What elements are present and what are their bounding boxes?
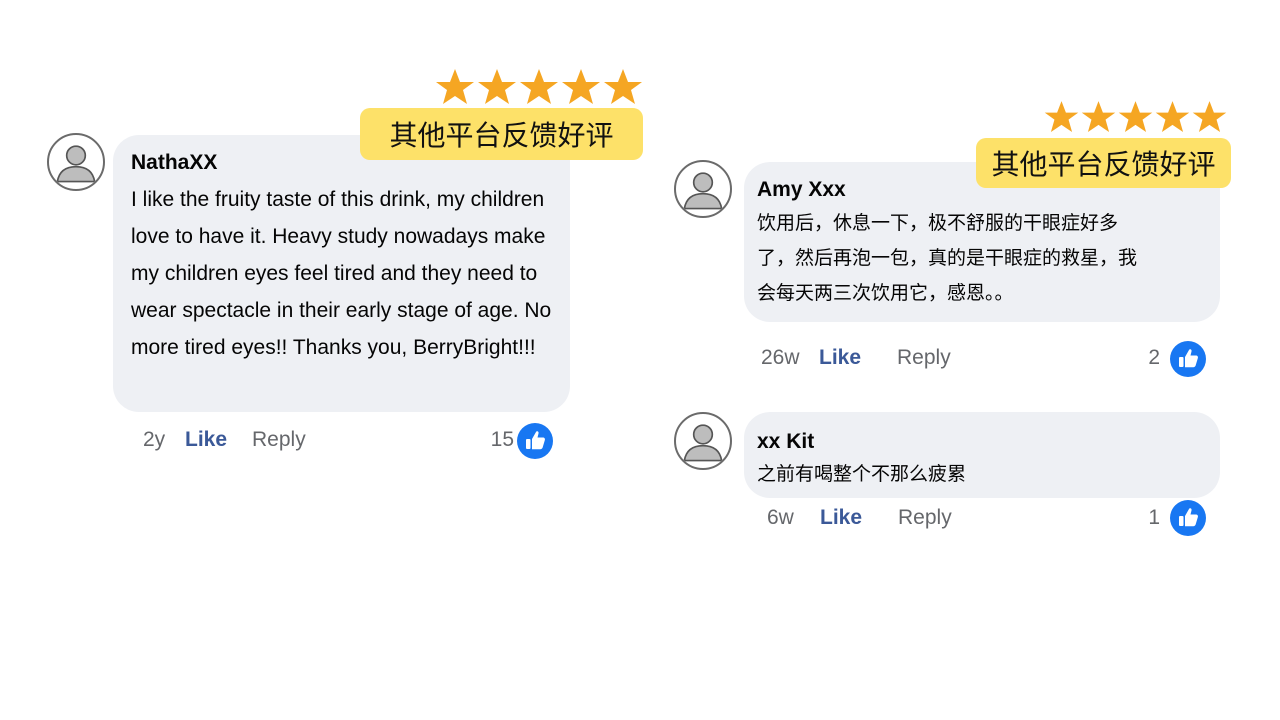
- star-rating: [1043, 100, 1228, 134]
- star-icon: [604, 69, 642, 104]
- avatar[interactable]: [47, 133, 105, 191]
- thumbs-up-icon[interactable]: [1170, 500, 1206, 536]
- comment-text: 饮用后，休息一下，极不舒服的干眼症好多 了，然后再泡一包，真的是干眼症的救星，我…: [757, 212, 1138, 304]
- star-icon: [1118, 101, 1153, 132]
- default-user-avatar-icon: [683, 172, 723, 210]
- comment-text: I like the fruity taste of this drink, m…: [131, 188, 552, 359]
- star-icon: [1044, 101, 1079, 132]
- comment-text: 之前有喝整个不那么疲累: [757, 463, 967, 485]
- avatar[interactable]: [674, 412, 732, 470]
- star-icon: [478, 69, 516, 104]
- comment-author[interactable]: Amy Xxx: [757, 178, 846, 202]
- avatar[interactable]: [674, 160, 732, 218]
- star-icon: [562, 69, 600, 104]
- star-icon: [1192, 101, 1227, 132]
- comment-timestamp[interactable]: 26w: [761, 346, 800, 370]
- like-count: 15: [490, 428, 514, 451]
- reply-button[interactable]: Reply: [897, 346, 951, 370]
- like-count: 1: [1148, 506, 1160, 529]
- star-icon: [1081, 101, 1116, 132]
- reply-button[interactable]: Reply: [898, 506, 952, 530]
- like-button[interactable]: Like: [185, 428, 227, 452]
- thumbs-up-icon[interactable]: [1170, 341, 1206, 377]
- reply-button[interactable]: Reply: [252, 428, 306, 452]
- comment-bubble: xx Kit 之前有喝整个不那么疲累: [744, 412, 1220, 498]
- comment-timestamp[interactable]: 6w: [767, 506, 794, 530]
- default-user-avatar-icon: [683, 424, 723, 462]
- star-icon: [520, 69, 558, 104]
- thumbs-up-icon[interactable]: [517, 423, 553, 459]
- rating-badge: 其他平台反馈好评: [976, 138, 1231, 188]
- comment-author[interactable]: NathaXX: [131, 151, 217, 175]
- star-rating: [434, 68, 644, 106]
- comment-timestamp[interactable]: 2y: [143, 428, 165, 452]
- star-icon: [1155, 101, 1190, 132]
- default-user-avatar-icon: [56, 145, 96, 183]
- comment-author[interactable]: xx Kit: [757, 430, 814, 454]
- star-icon: [436, 69, 474, 104]
- comment-bubble: NathaXX I like the fruity taste of this …: [113, 135, 570, 412]
- like-count: 2: [1148, 346, 1160, 369]
- like-button[interactable]: Like: [819, 346, 861, 370]
- like-button[interactable]: Like: [820, 506, 862, 530]
- rating-badge: 其他平台反馈好评: [360, 108, 643, 160]
